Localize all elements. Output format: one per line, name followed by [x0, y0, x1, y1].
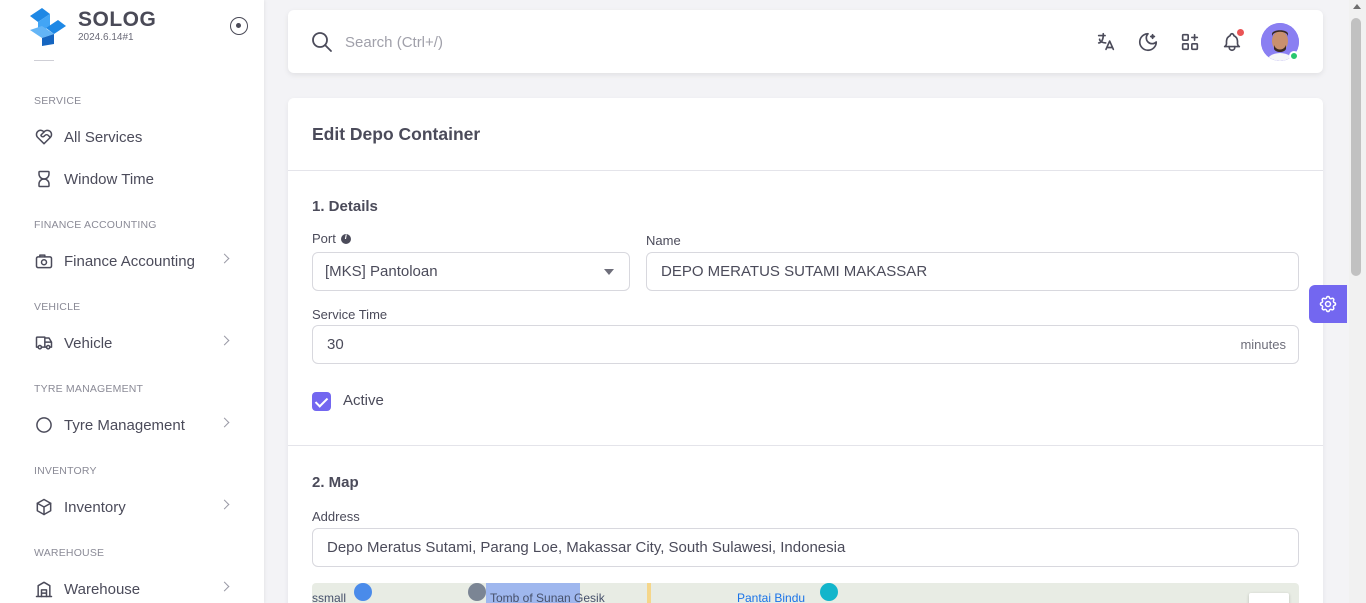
map-section-title: 2. Map [312, 474, 359, 491]
map-view[interactable]: ssmall Tomb of Sunan Gesik Pantai Bindu [312, 583, 1299, 603]
moon-stars-icon[interactable] [1135, 29, 1161, 55]
section-label-finance: FINANCE ACCOUNTING [34, 219, 157, 231]
brand-version: 2024.6.14#1 [78, 32, 134, 43]
circle-icon [34, 415, 54, 435]
section-label-inventory: INVENTORY [34, 465, 97, 477]
sidebar: SOLOG 2024.6.14#1 SERVICE All Services W… [0, 0, 264, 603]
map-road [647, 583, 651, 603]
sidebar-item-label: Finance Accounting [64, 252, 195, 270]
port-select[interactable]: [MKS] Pantoloan [312, 252, 630, 291]
search-input[interactable] [345, 30, 945, 54]
sidebar-item-label: All Services [64, 128, 143, 146]
hourglass-icon [34, 169, 54, 189]
apps-icon[interactable] [1177, 29, 1203, 55]
bell-icon[interactable] [1219, 29, 1245, 55]
address-field[interactable]: Depo Meratus Sutami, Parang Loe, Makassa… [312, 528, 1299, 567]
address-value: Depo Meratus Sutami, Parang Loe, Makassa… [327, 539, 846, 556]
map-label: Pantai Bindu [737, 591, 806, 603]
sidebar-item-window-time[interactable]: Window Time [34, 164, 234, 194]
map-place-icon[interactable] [354, 583, 372, 601]
heart-handshake-icon [34, 127, 54, 147]
section-label-service: SERVICE [34, 95, 82, 107]
chevron-right-icon [219, 499, 230, 510]
info-icon[interactable] [340, 232, 351, 244]
port-select-value: [MKS] Pantoloan [325, 263, 438, 280]
truck-icon [34, 333, 54, 353]
menu-item-partial [34, 55, 54, 61]
gear-icon [1319, 295, 1337, 313]
details-section-title: 1. Details [312, 198, 378, 215]
section-label-vehicle: VEHICLE [34, 301, 81, 313]
section-label-tyre: TYRE MANAGEMENT [34, 383, 144, 395]
sidebar-item-vehicle[interactable]: Vehicle [34, 328, 234, 358]
search-icon[interactable] [310, 30, 334, 54]
sologl-logo [30, 8, 66, 46]
service-time-label: Service Time [312, 307, 388, 322]
sidebar-item-tyre-management[interactable]: Tyre Management [34, 410, 234, 440]
map-label: ssmall [312, 591, 347, 603]
service-time-field[interactable]: 30 minutes [312, 325, 1299, 364]
address-label: Address [312, 509, 360, 524]
sidebar-item-label: Tyre Management [64, 416, 185, 434]
sidebar-item-finance-accounting[interactable]: Finance Accounting [34, 246, 234, 276]
online-status-dot [1289, 51, 1299, 61]
map-place-icon[interactable] [468, 583, 486, 601]
edit-depo-card: Edit Depo Container 1. Details Port [MKS… [288, 98, 1323, 603]
divider [288, 170, 1323, 171]
sidebar-item-all-services[interactable]: All Services [34, 122, 234, 152]
map-label: Tomb of Sunan Gesik [490, 591, 605, 603]
sidebar-item-label: Vehicle [64, 334, 113, 352]
divider [288, 445, 1323, 446]
scroll-up-arrow-icon[interactable] [1353, 4, 1361, 9]
caret-down-icon [604, 269, 614, 275]
building-warehouse-icon [34, 579, 54, 599]
service-time-unit: minutes [1240, 337, 1286, 352]
sidebar-item-label: Warehouse [64, 580, 141, 598]
translate-icon[interactable] [1093, 29, 1119, 55]
topbar [288, 10, 1323, 73]
chevron-right-icon [219, 581, 230, 592]
brand-name: SOLOG [78, 8, 157, 31]
sidebar-item-inventory[interactable]: Inventory [34, 492, 234, 522]
active-label[interactable]: Active [343, 392, 384, 409]
notification-badge [1237, 29, 1244, 36]
page-title: Edit Depo Container [312, 124, 481, 144]
cash-register-icon [34, 251, 54, 271]
port-label-text: Port [312, 231, 336, 246]
name-field[interactable]: DEPO MERATUS SUTAMI MAKASSAR [646, 252, 1299, 291]
chevron-right-icon [219, 417, 230, 428]
service-time-value: 30 [327, 336, 344, 353]
chevron-right-icon [219, 253, 230, 264]
sidebar-item-warehouse[interactable]: Warehouse [34, 574, 234, 603]
chevron-right-icon [219, 335, 230, 346]
map-place-icon[interactable] [820, 583, 838, 601]
name-label: Name [646, 233, 681, 248]
active-checkbox[interactable] [312, 392, 331, 411]
port-label: Port [312, 231, 351, 246]
brand[interactable]: SOLOG 2024.6.14#1 [28, 6, 264, 50]
name-field-value: DEPO MERATUS SUTAMI MAKASSAR [661, 263, 928, 280]
scrollbar-thumb[interactable] [1351, 18, 1361, 276]
sidebar-item-label: Window Time [64, 170, 155, 188]
sidebar-collapse-toggle[interactable] [230, 17, 248, 35]
box-icon [34, 497, 54, 517]
sidebar-item-label: Inventory [64, 498, 126, 516]
map-fullscreen-button[interactable] [1249, 593, 1289, 603]
section-label-warehouse: WAREHOUSE [34, 547, 105, 559]
settings-button[interactable] [1309, 285, 1347, 323]
